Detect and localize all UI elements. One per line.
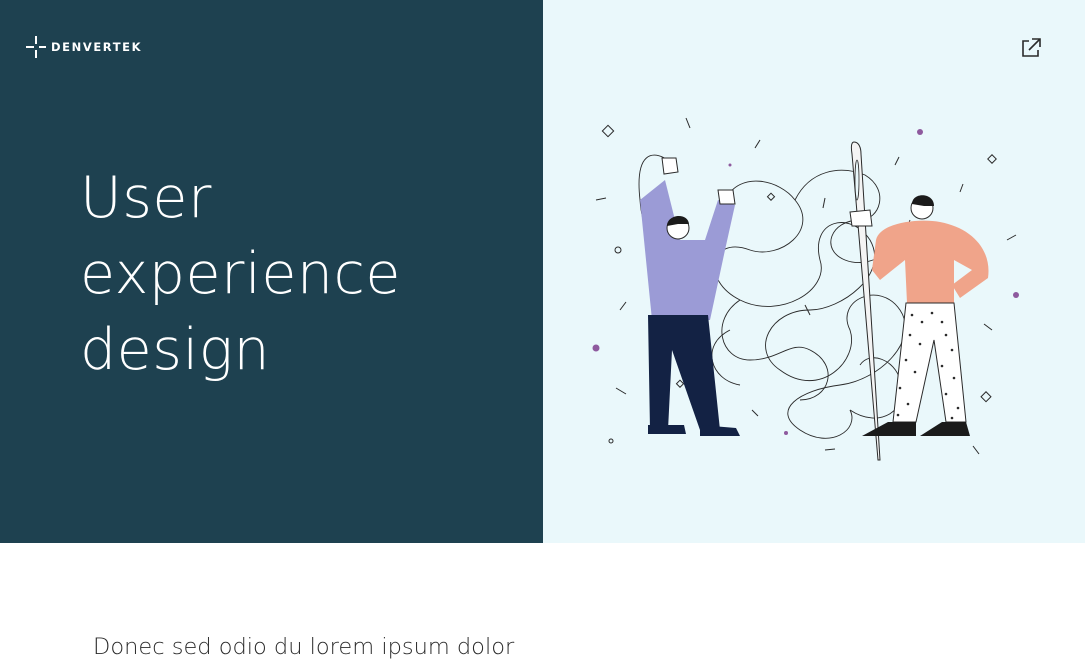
- title-line-2: experience: [80, 241, 401, 307]
- external-link-icon[interactable]: [1018, 35, 1044, 61]
- hero-section: DENVERTEK User experience design: [0, 0, 1085, 543]
- intro-text: Donec sed odio du lorem ipsum dolor: [93, 634, 515, 660]
- page-title: User experience design: [80, 160, 520, 388]
- logo-mark-icon: [26, 36, 46, 58]
- brand-logo[interactable]: DENVERTEK: [26, 36, 142, 58]
- title-line-3: design: [80, 317, 271, 383]
- brand-name: DENVERTEK: [51, 40, 143, 54]
- team-illustration: [592, 117, 1019, 461]
- title-line-1: User: [80, 165, 212, 231]
- hero-panel: DENVERTEK User experience design: [0, 0, 543, 543]
